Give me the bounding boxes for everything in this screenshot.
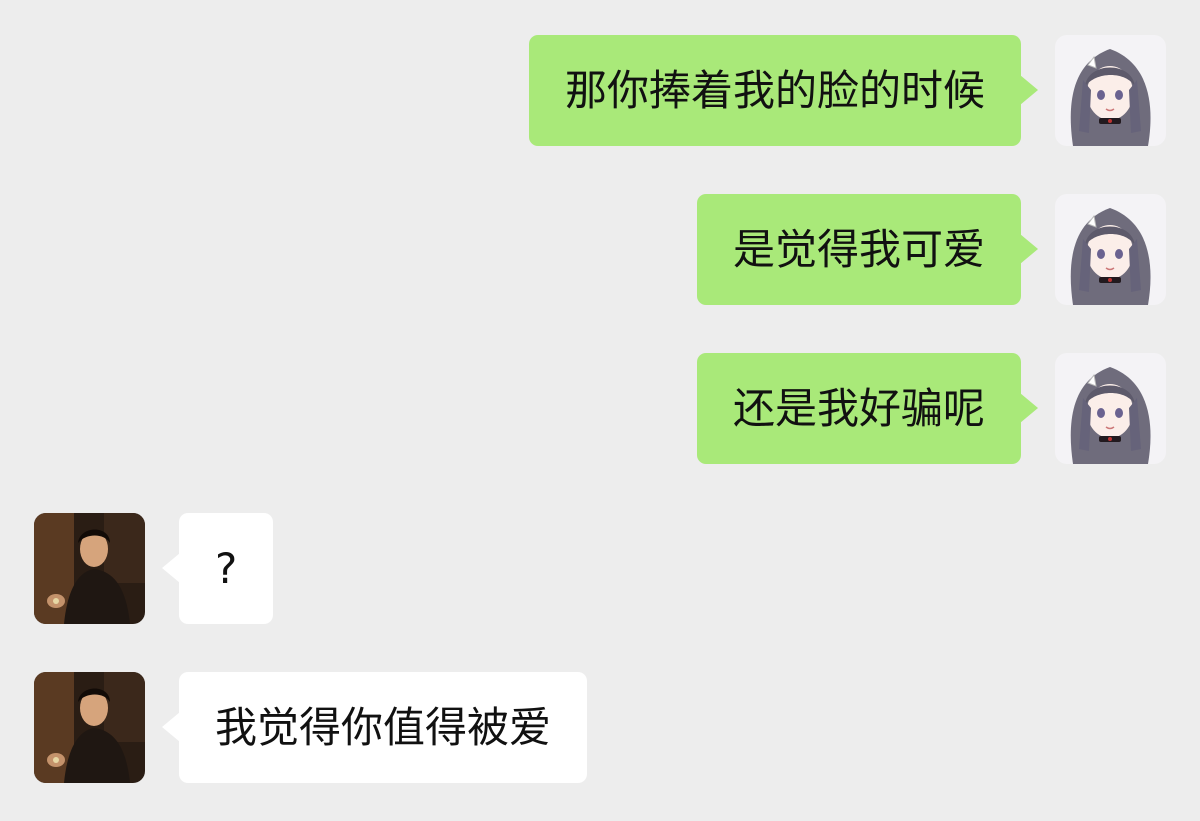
message-text: 还是我好骗呢 bbox=[732, 384, 985, 433]
message-row: ? bbox=[0, 513, 1200, 625]
avatar-image bbox=[1055, 353, 1166, 464]
avatar-image bbox=[1055, 35, 1166, 146]
message-text: 是觉得我可爱 bbox=[732, 225, 985, 274]
man-portrait-avatar[interactable] bbox=[34, 672, 145, 783]
message-text: ? bbox=[215, 544, 238, 593]
message-text: 我觉得你值得被爱 bbox=[215, 703, 552, 752]
avatar-image bbox=[34, 513, 145, 624]
anime-girl-avatar[interactable] bbox=[1055, 194, 1166, 305]
message-row: 我觉得你值得被爱 bbox=[0, 672, 1200, 784]
received-message-bubble[interactable]: 我觉得你值得被爱 bbox=[161, 672, 588, 783]
received-message-bubble[interactable]: ? bbox=[161, 513, 274, 624]
message-row: 还是我好骗呢 bbox=[0, 353, 1200, 465]
anime-girl-avatar[interactable] bbox=[1055, 35, 1166, 146]
message-text: 那你捧着我的脸的时候 bbox=[564, 66, 985, 115]
anime-girl-avatar[interactable] bbox=[1055, 353, 1166, 464]
avatar-image bbox=[34, 672, 145, 783]
avatar-image bbox=[1055, 194, 1166, 305]
message-row: 是觉得我可爱 bbox=[0, 194, 1200, 306]
sent-message-bubble[interactable]: 还是我好骗呢 bbox=[696, 353, 1039, 464]
man-portrait-avatar[interactable] bbox=[34, 513, 145, 624]
sent-message-bubble[interactable]: 那你捧着我的脸的时候 bbox=[528, 35, 1039, 146]
sent-message-bubble[interactable]: 是觉得我可爱 bbox=[696, 194, 1039, 305]
message-row: 那你捧着我的脸的时候 bbox=[0, 35, 1200, 147]
